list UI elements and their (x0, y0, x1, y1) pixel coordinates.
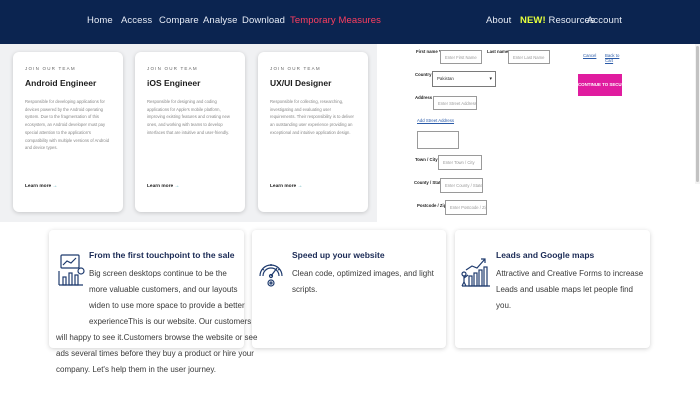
nav-home[interactable]: Home (87, 15, 113, 26)
town-field[interactable]: Enter Town / City (438, 155, 482, 170)
job-description: Responsible for designing and coding app… (147, 99, 230, 135)
feature-line: widen to use more space to provide a bet… (89, 301, 245, 310)
nav-resources[interactable]: NEW! Resources (520, 15, 595, 26)
job-eyebrow: JOIN OUR TEAM (147, 66, 198, 71)
new-badge: NEW! (520, 15, 546, 26)
job-description: Responsible for collecting, researching,… (270, 99, 354, 135)
add-street-address-link[interactable]: Add Street Address (417, 118, 454, 123)
nav-analyse[interactable]: Analyse (203, 15, 238, 26)
nav-access[interactable]: Access (121, 15, 152, 26)
country-select[interactable]: Pakistan ▾ (432, 71, 496, 87)
postcode-field[interactable]: Enter Postcode / Zip (445, 200, 487, 215)
job-title: UX/UI Designer (270, 78, 332, 88)
learn-more-label: Learn more (25, 184, 52, 189)
country-value: Pakistan (437, 76, 454, 81)
cancel-link[interactable]: Cancel (583, 53, 596, 58)
feature-line: ads several times before they buy a prod… (56, 349, 254, 358)
arrow-right-icon: → (297, 184, 303, 189)
feature-title: Speed up your website (292, 250, 385, 260)
street-address-2-field[interactable] (417, 131, 459, 149)
feature-title: From the first touchpoint to the sale (89, 250, 235, 260)
first-name-field[interactable]: Enter First Name (440, 50, 482, 64)
growth-chart-person-icon (461, 258, 490, 287)
county-label: County / State (414, 180, 443, 185)
learn-more-link[interactable]: Learn more → (270, 184, 302, 189)
first-name-label: First name * (416, 49, 441, 54)
feature-line: Clean code, optimized images, and light (292, 269, 434, 278)
learn-more-label: Learn more (270, 184, 297, 189)
feature-line: experienceThis is our website. Our custo… (89, 317, 252, 326)
job-eyebrow: JOIN OUR TEAM (25, 66, 76, 71)
chevron-down-icon: ▾ (489, 76, 492, 82)
chart-analytics-icon (58, 254, 85, 286)
job-title: Android Engineer (25, 78, 97, 88)
job-card-ux-ui: JOIN OUR TEAM UX/UI Designer Responsible… (258, 52, 368, 212)
feature-line: Big screen desktops continue to be the (89, 269, 227, 278)
job-card-ios: JOIN OUR TEAM iOS Engineer Responsible f… (135, 52, 245, 212)
nav-temporary-measures[interactable]: Temporary Measures (290, 15, 381, 26)
feature-title: Leads and Google maps (496, 250, 595, 260)
last-name-field[interactable]: Enter Last Name (508, 50, 550, 64)
job-title: iOS Engineer (147, 78, 201, 88)
learn-more-link[interactable]: Learn more → (147, 184, 179, 189)
learn-more-label: Learn more (147, 184, 174, 189)
country-label: Country (415, 72, 432, 77)
feature-line: Leads and usable maps let people find yo… (496, 285, 633, 310)
scrollbar-thumb[interactable] (696, 46, 699, 182)
back-to-cart-link[interactable]: Back to Cart (605, 53, 621, 63)
feature-line: Attractive and Creative Forms to increas… (496, 269, 644, 278)
feature-line: will happy to see it.Customers browse th… (56, 333, 258, 342)
feature-line: scripts. (292, 285, 318, 294)
continue-to-secure-pay-button[interactable]: CONTINUE TO SECURE PAY (578, 74, 637, 96)
address-field[interactable]: Enter Street Address (433, 96, 477, 110)
nav-download[interactable]: Download (242, 15, 285, 26)
job-description: Responsible for developing applications … (25, 99, 110, 151)
top-nav: Home Access Compare Analyse Download Tem… (0, 0, 700, 44)
nav-account[interactable]: Account (587, 15, 622, 26)
job-card-android: JOIN OUR TEAM Android Engineer Responsib… (13, 52, 123, 212)
job-eyebrow: JOIN OUR TEAM (270, 66, 321, 71)
feature-line: more valuable customers, and our layouts (89, 285, 238, 294)
nav-compare[interactable]: Compare (159, 15, 199, 26)
county-field[interactable]: Enter County / State (440, 178, 483, 193)
arrow-right-icon: → (174, 184, 180, 189)
feature-line: company. Let's help them in the user jou… (56, 365, 216, 374)
arrow-right-icon: → (52, 184, 58, 189)
learn-more-link[interactable]: Learn more → (25, 184, 57, 189)
town-label: Town / City * (415, 157, 441, 162)
postcode-label: Postcode / Zip (417, 203, 447, 208)
nav-about[interactable]: About (486, 15, 511, 26)
